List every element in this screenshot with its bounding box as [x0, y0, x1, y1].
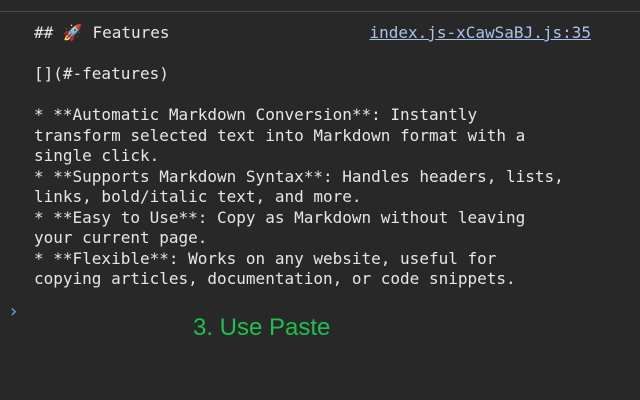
log-line-heading: ## 🚀 Features — [34, 23, 170, 42]
console-prompt-chevron-icon: › — [8, 301, 19, 322]
log-line: transform selected text into Markdown fo… — [34, 125, 526, 145]
log-line: links, bold/italic text, and more. — [34, 187, 362, 206]
log-line: * **Supports Markdown Syntax**: Handles … — [34, 166, 564, 186]
log-line: * **Automatic Markdown Conversion**: Ins… — [34, 105, 478, 124]
console-log-entry: ## 🚀 Features [](#-features) * **Automat… — [34, 23, 634, 290]
log-line: * **Flexible**: Works on any website, us… — [34, 248, 497, 268]
devtools-console: index.js-xCawSaBJ.js:35 ## 🚀 Features []… — [0, 0, 640, 400]
log-line-anchor: [](#-features) — [34, 64, 169, 83]
console-divider — [0, 11, 640, 12]
log-line: single click. — [34, 146, 160, 165]
log-line: * **Easy to Use**: Copy as Markdown with… — [34, 207, 526, 227]
log-line-blank — [34, 85, 634, 106]
step-caption: 3. Use Paste — [193, 314, 331, 341]
log-line: copying articles, documentation, or code… — [34, 269, 516, 288]
log-line: your current page. — [34, 228, 208, 247]
log-line-blank — [34, 44, 634, 65]
